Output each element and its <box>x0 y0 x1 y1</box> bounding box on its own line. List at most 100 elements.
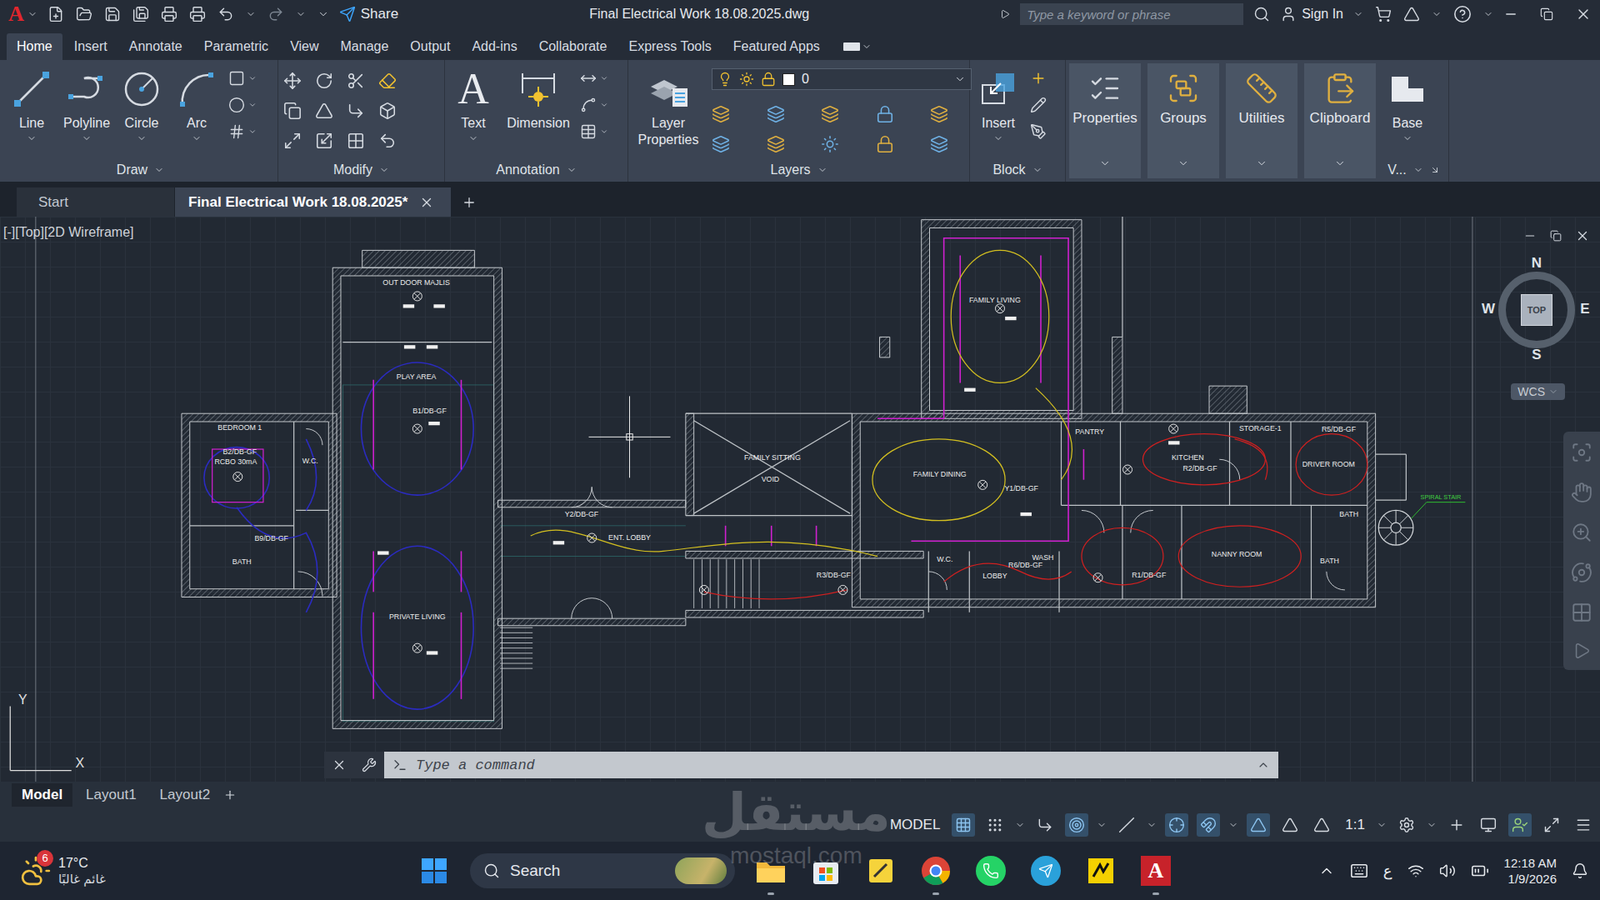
redo-list-icon[interactable] <box>295 9 306 20</box>
tool-menu-icon[interactable] <box>1402 133 1413 144</box>
panel-expand-icon[interactable] <box>379 165 390 175</box>
redo-icon[interactable] <box>267 5 285 23</box>
ribbon-toggle-chevron-icon[interactable] <box>861 41 872 52</box>
new-file-icon[interactable] <box>47 5 65 23</box>
draw-tool-button[interactable]: Arc <box>173 65 220 144</box>
tracking-icon[interactable] <box>1168 816 1185 834</box>
autodesk-app-icon[interactable] <box>1403 5 1420 23</box>
snap-toggle[interactable] <box>983 813 1007 837</box>
grid-icon[interactable] <box>955 816 972 834</box>
edit-block-icon[interactable] <box>1030 96 1047 114</box>
gear-icon[interactable] <box>1398 816 1415 834</box>
workspace-menu-icon[interactable] <box>1426 820 1437 830</box>
ribbon-tab[interactable]: Featured Apps <box>723 33 830 60</box>
auto-scale-toggle[interactable] <box>1278 813 1302 837</box>
object-snap-menu-icon[interactable] <box>1228 820 1239 830</box>
annotation-visibility-toggle[interactable] <box>1246 813 1270 837</box>
annotation-visibility-icon[interactable] <box>1250 816 1267 834</box>
tool-menu-icon[interactable] <box>600 100 609 110</box>
viewport-controls[interactable]: [-][Top][2D Wireframe] <box>3 225 134 240</box>
modify-tool-icon[interactable] <box>315 101 334 120</box>
draw-small-tool-icon[interactable] <box>228 70 245 87</box>
plot-icon[interactable] <box>160 5 178 23</box>
restore-icon[interactable] <box>1540 7 1554 21</box>
save-icon[interactable] <box>104 5 121 23</box>
group-menu-icon[interactable] <box>1255 157 1268 170</box>
ribbon-tab[interactable]: Output <box>400 33 460 60</box>
tool-menu-icon[interactable] <box>26 133 37 144</box>
modify-tool-icon[interactable] <box>378 101 397 120</box>
whatsapp-button[interactable] <box>971 851 1010 890</box>
quick-properties-toggle[interactable] <box>1508 813 1532 837</box>
panel-expand-icon[interactable] <box>1032 165 1043 175</box>
isodraft-menu-icon[interactable] <box>1146 820 1157 830</box>
close-icon[interactable] <box>1575 5 1592 23</box>
ribbon-group-button[interactable]: Properties <box>1069 63 1141 179</box>
group-button-icon[interactable] <box>1323 71 1357 105</box>
close-command-icon[interactable] <box>331 757 347 773</box>
save-as-icon[interactable] <box>132 5 150 23</box>
layer-on-icon[interactable] <box>717 71 733 87</box>
tool-menu-icon[interactable] <box>248 74 257 83</box>
sticky-notes-button[interactable] <box>861 851 900 890</box>
ortho-toggle[interactable] <box>1033 813 1057 837</box>
modify-tool-icon[interactable] <box>346 131 365 150</box>
create-block-icon[interactable] <box>1030 70 1047 87</box>
clock[interactable]: 12:18 AM1/9/2026 <box>1504 855 1557 888</box>
file-explorer-button[interactable] <box>751 851 790 890</box>
undo-icon[interactable] <box>217 5 235 23</box>
layer-tool-icon[interactable] <box>711 135 730 154</box>
group-button-icon[interactable] <box>1166 71 1200 105</box>
tool-menu-icon[interactable] <box>248 127 257 136</box>
battery-icon[interactable] <box>1470 861 1490 880</box>
recent-commands-icon[interactable] <box>392 757 408 773</box>
layer-tool-icon[interactable] <box>930 105 949 124</box>
viewport-restore-icon[interactable] <box>1550 230 1562 242</box>
viewport-close-icon[interactable] <box>1575 228 1590 244</box>
ribbon-tab[interactable]: Home <box>6 33 63 60</box>
zoom-icon[interactable] <box>1570 521 1593 544</box>
viewcube-face[interactable]: TOP <box>1520 294 1553 326</box>
ribbon-tab[interactable]: Manage <box>330 33 400 60</box>
editor-app-button[interactable] <box>1081 851 1120 890</box>
annotation-scale[interactable]: 1:1 <box>1341 816 1369 834</box>
volume-icon[interactable] <box>1439 862 1456 880</box>
pan-icon[interactable] <box>1570 481 1593 504</box>
ribbon-tab[interactable]: Insert <box>64 33 118 60</box>
group-menu-icon[interactable] <box>1177 157 1190 170</box>
app-menu-icon[interactable] <box>1431 9 1442 20</box>
panel-expand-icon[interactable] <box>154 165 165 175</box>
group-button-icon[interactable] <box>1245 71 1279 105</box>
layer-tool-icon[interactable] <box>820 105 840 124</box>
customize-icon[interactable] <box>317 8 330 20</box>
tool-menu-icon[interactable] <box>136 133 147 144</box>
dimension-tool-button[interactable]: Dimension <box>505 65 572 132</box>
panel-expand-icon[interactable] <box>817 165 828 175</box>
annotation-small-tool-icon[interactable] <box>580 123 597 140</box>
viewport-minimize-icon[interactable] <box>1523 229 1537 243</box>
notifications-icon[interactable] <box>1571 862 1589 880</box>
document-tab[interactable]: Final Electrical Work 18.08.2025* <box>175 187 452 217</box>
ribbon-tab[interactable]: Express Tools <box>618 33 721 60</box>
tool-menu-icon[interactable] <box>191 133 202 144</box>
ribbon-tab[interactable]: Add-ins <box>461 33 527 60</box>
app-menu-chevron-icon[interactable] <box>27 9 38 20</box>
scale-menu-icon[interactable] <box>1376 820 1387 830</box>
modify-tool-icon[interactable] <box>283 71 302 90</box>
text-tool-button[interactable]: AText <box>450 65 497 144</box>
tool-menu-icon[interactable] <box>600 127 609 136</box>
fullscreen-button[interactable] <box>1540 813 1564 837</box>
orbit-icon[interactable] <box>1570 561 1593 584</box>
isodraft-icon[interactable] <box>1118 816 1135 834</box>
layout-tab[interactable]: Layout1 <box>75 783 147 807</box>
tool-menu-icon[interactable] <box>468 133 479 144</box>
cart-icon[interactable] <box>1375 5 1392 23</box>
draw-tool-button[interactable]: Circle <box>118 65 165 144</box>
ribbon-tab[interactable]: Parametric <box>194 33 279 60</box>
search-icon[interactable] <box>483 862 500 880</box>
panel-expand-icon[interactable] <box>1413 165 1424 175</box>
autocad-taskbar-button[interactable]: A <box>1136 851 1175 890</box>
account-menu-icon[interactable] <box>1353 9 1364 20</box>
annotation-scale-icon[interactable] <box>1313 816 1330 834</box>
annotation-small-tool-icon[interactable] <box>580 70 597 87</box>
